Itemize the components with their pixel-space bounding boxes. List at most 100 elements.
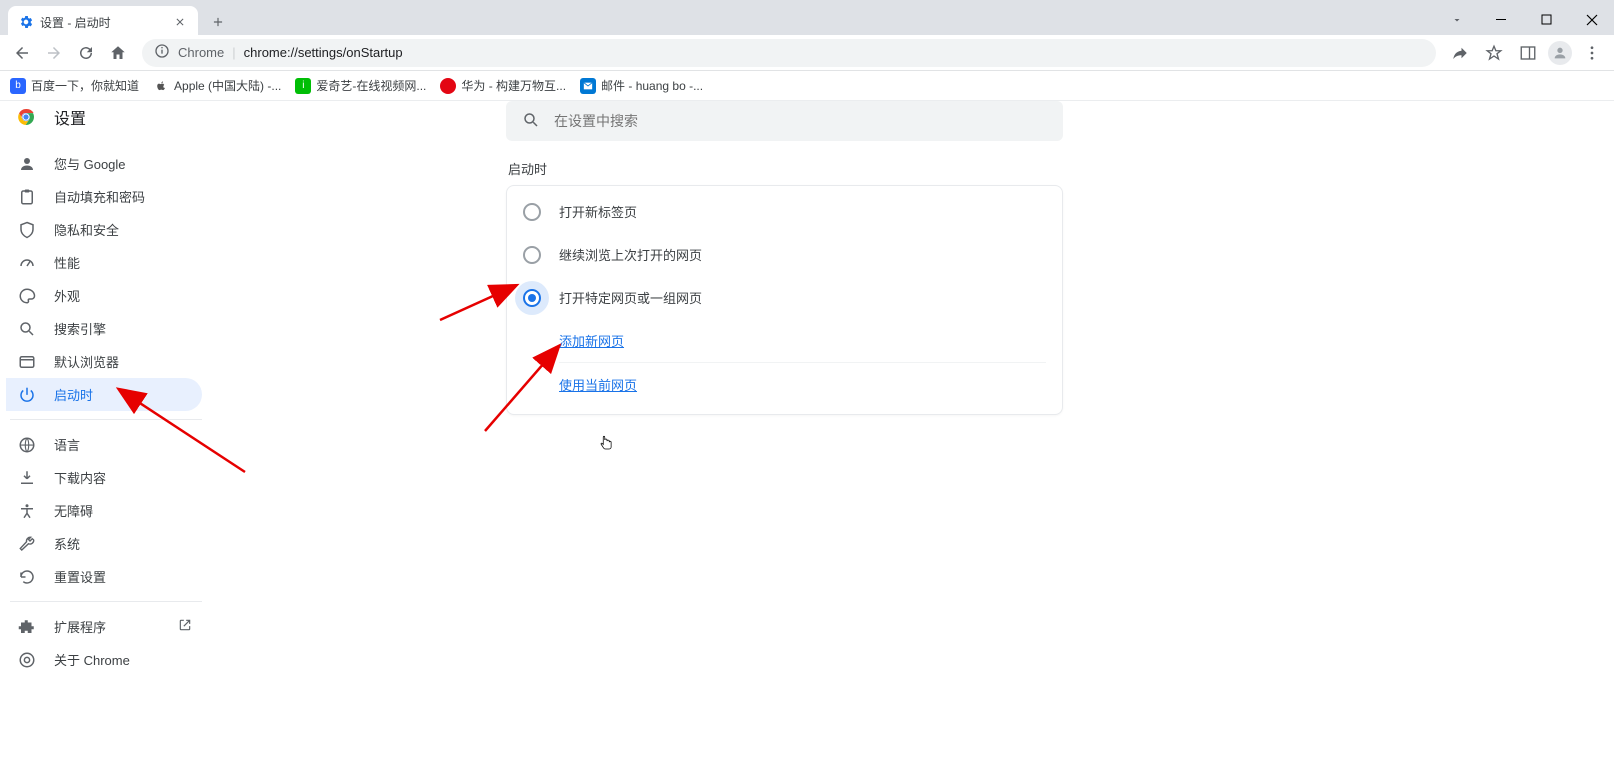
sidebar-item-autofill[interactable]: 自动填充和密码 — [6, 180, 202, 213]
omnibox-brand: Chrome — [178, 45, 224, 60]
restore-icon — [18, 568, 36, 586]
add-new-page-link[interactable]: 添加新网页 — [559, 319, 1046, 362]
radio-icon[interactable] — [523, 289, 541, 307]
bookmark-item[interactable]: 华为 - 构建万物互... — [440, 77, 566, 94]
search-icon — [522, 111, 540, 132]
bookmark-item[interactable]: 邮件 - huang bo -... — [580, 77, 703, 94]
bookmark-label: 华为 - 构建万物互... — [461, 77, 566, 94]
kebab-menu-icon[interactable] — [1578, 39, 1606, 67]
sidebar-separator — [10, 601, 202, 602]
share-icon[interactable] — [1446, 39, 1474, 67]
sidebar-item-system[interactable]: 系统 — [6, 527, 202, 560]
browser-toolbar: Chrome | chrome://settings/onStartup — [0, 35, 1614, 71]
sidebar-item-appearance[interactable]: 外观 — [6, 279, 202, 312]
person-icon — [18, 155, 36, 173]
sidebar-item-label: 性能 — [54, 253, 80, 272]
reload-button[interactable] — [72, 39, 100, 67]
chevron-down-icon[interactable] — [1434, 5, 1479, 35]
external-link-icon — [178, 618, 192, 635]
bookmark-star-icon[interactable] — [1480, 39, 1508, 67]
option-new-tab[interactable]: 打开新标签页 — [507, 190, 1062, 233]
search-icon — [18, 320, 36, 338]
apple-icon — [153, 78, 169, 94]
option-label: 打开新标签页 — [559, 202, 637, 221]
power-icon — [18, 386, 36, 404]
bookmark-item[interactable]: Apple (中国大陆) -... — [153, 77, 281, 94]
use-current-pages-link[interactable]: 使用当前网页 — [559, 362, 1046, 406]
accessibility-icon — [18, 502, 36, 520]
close-window-button[interactable] — [1569, 5, 1614, 35]
sidebar-item-label: 启动时 — [54, 385, 93, 404]
bookmark-label: Apple (中国大陆) -... — [174, 77, 281, 94]
forward-button[interactable] — [40, 39, 68, 67]
favicon — [440, 78, 456, 94]
option-specific-pages[interactable]: 打开特定网页或一组网页 — [507, 276, 1062, 319]
settings-search-input[interactable] — [554, 113, 1047, 129]
sidebar-item-about-chrome[interactable]: 关于 Chrome — [6, 643, 202, 676]
bookmark-label: 百度一下，你就知道 — [31, 77, 139, 94]
section-title: 启动时 — [508, 159, 547, 178]
close-icon[interactable] — [172, 14, 188, 30]
gear-icon — [18, 14, 34, 30]
side-panel-icon[interactable] — [1514, 39, 1542, 67]
minimize-button[interactable] — [1479, 5, 1524, 35]
download-icon — [18, 469, 36, 487]
sidebar-item-label: 默认浏览器 — [54, 352, 119, 371]
favicon: b — [10, 78, 26, 94]
browser-tab-title: 设置 - 启动时 — [40, 14, 166, 31]
sidebar-item-default-browser[interactable]: 默认浏览器 — [6, 345, 202, 378]
sidebar-item-label: 重置设置 — [54, 567, 106, 586]
bookmarks-bar: b 百度一下，你就知道 Apple (中国大陆) -... i 爱奇艺-在线视频… — [0, 71, 1614, 101]
settings-sidebar: 您与 Google 自动填充和密码 隐私和安全 性能 外观 搜索引擎 默认浏览器 — [6, 147, 202, 676]
mouse-cursor-icon — [598, 433, 616, 453]
sidebar-item-label: 扩展程序 — [54, 617, 106, 636]
sidebar-item-accessibility[interactable]: 无障碍 — [6, 494, 202, 527]
sidebar-item-label: 自动填充和密码 — [54, 187, 145, 206]
back-button[interactable] — [8, 39, 36, 67]
settings-search[interactable] — [506, 101, 1063, 141]
palette-icon — [18, 287, 36, 305]
bookmark-item[interactable]: b 百度一下，你就知道 — [10, 77, 139, 94]
home-button[interactable] — [104, 39, 132, 67]
new-tab-button[interactable] — [204, 8, 232, 36]
sidebar-item-label: 关于 Chrome — [54, 650, 130, 669]
extension-icon — [18, 618, 36, 636]
sidebar-item-downloads[interactable]: 下载内容 — [6, 461, 202, 494]
radio-icon[interactable] — [523, 246, 541, 264]
option-label: 继续浏览上次打开的网页 — [559, 245, 702, 264]
window-controls — [1434, 5, 1614, 35]
site-info-icon[interactable] — [154, 43, 170, 62]
chrome-icon — [18, 651, 36, 669]
favicon: i — [295, 78, 311, 94]
startup-options-card: 打开新标签页 继续浏览上次打开的网页 打开特定网页或一组网页 添加新网页 使用当… — [506, 185, 1063, 415]
sidebar-item-label: 系统 — [54, 534, 80, 553]
sidebar-item-languages[interactable]: 语言 — [6, 428, 202, 461]
sidebar-item-performance[interactable]: 性能 — [6, 246, 202, 279]
browser-tab[interactable]: 设置 - 启动时 — [8, 6, 198, 38]
title-bar: 设置 - 启动时 — [0, 0, 1614, 35]
sidebar-item-reset[interactable]: 重置设置 — [6, 560, 202, 593]
settings-page: 设置 您与 Google 自动填充和密码 隐私和安全 性能 外观 — [0, 101, 1614, 766]
option-continue[interactable]: 继续浏览上次打开的网页 — [507, 233, 1062, 276]
profile-avatar-button[interactable] — [1548, 41, 1572, 65]
sidebar-item-extensions[interactable]: 扩展程序 — [6, 610, 202, 643]
settings-header: 设置 — [14, 105, 86, 129]
sidebar-item-on-startup[interactable]: 启动时 — [6, 378, 202, 411]
radio-icon[interactable] — [523, 203, 541, 221]
clipboard-icon — [18, 188, 36, 206]
wrench-icon — [18, 535, 36, 553]
sidebar-item-label: 隐私和安全 — [54, 220, 119, 239]
favicon — [580, 78, 596, 94]
sidebar-item-label: 您与 Google — [54, 154, 126, 173]
sidebar-item-search-engine[interactable]: 搜索引擎 — [6, 312, 202, 345]
sidebar-item-label: 下载内容 — [54, 468, 106, 487]
chrome-logo-icon — [14, 105, 38, 129]
sidebar-item-label: 语言 — [54, 435, 80, 454]
omnibox-url: chrome://settings/onStartup — [244, 45, 403, 60]
sidebar-separator — [10, 419, 202, 420]
sidebar-item-privacy[interactable]: 隐私和安全 — [6, 213, 202, 246]
address-bar[interactable]: Chrome | chrome://settings/onStartup — [142, 39, 1436, 67]
maximize-button[interactable] — [1524, 5, 1569, 35]
sidebar-item-you-and-google[interactable]: 您与 Google — [6, 147, 202, 180]
bookmark-item[interactable]: i 爱奇艺-在线视频网... — [295, 77, 426, 94]
